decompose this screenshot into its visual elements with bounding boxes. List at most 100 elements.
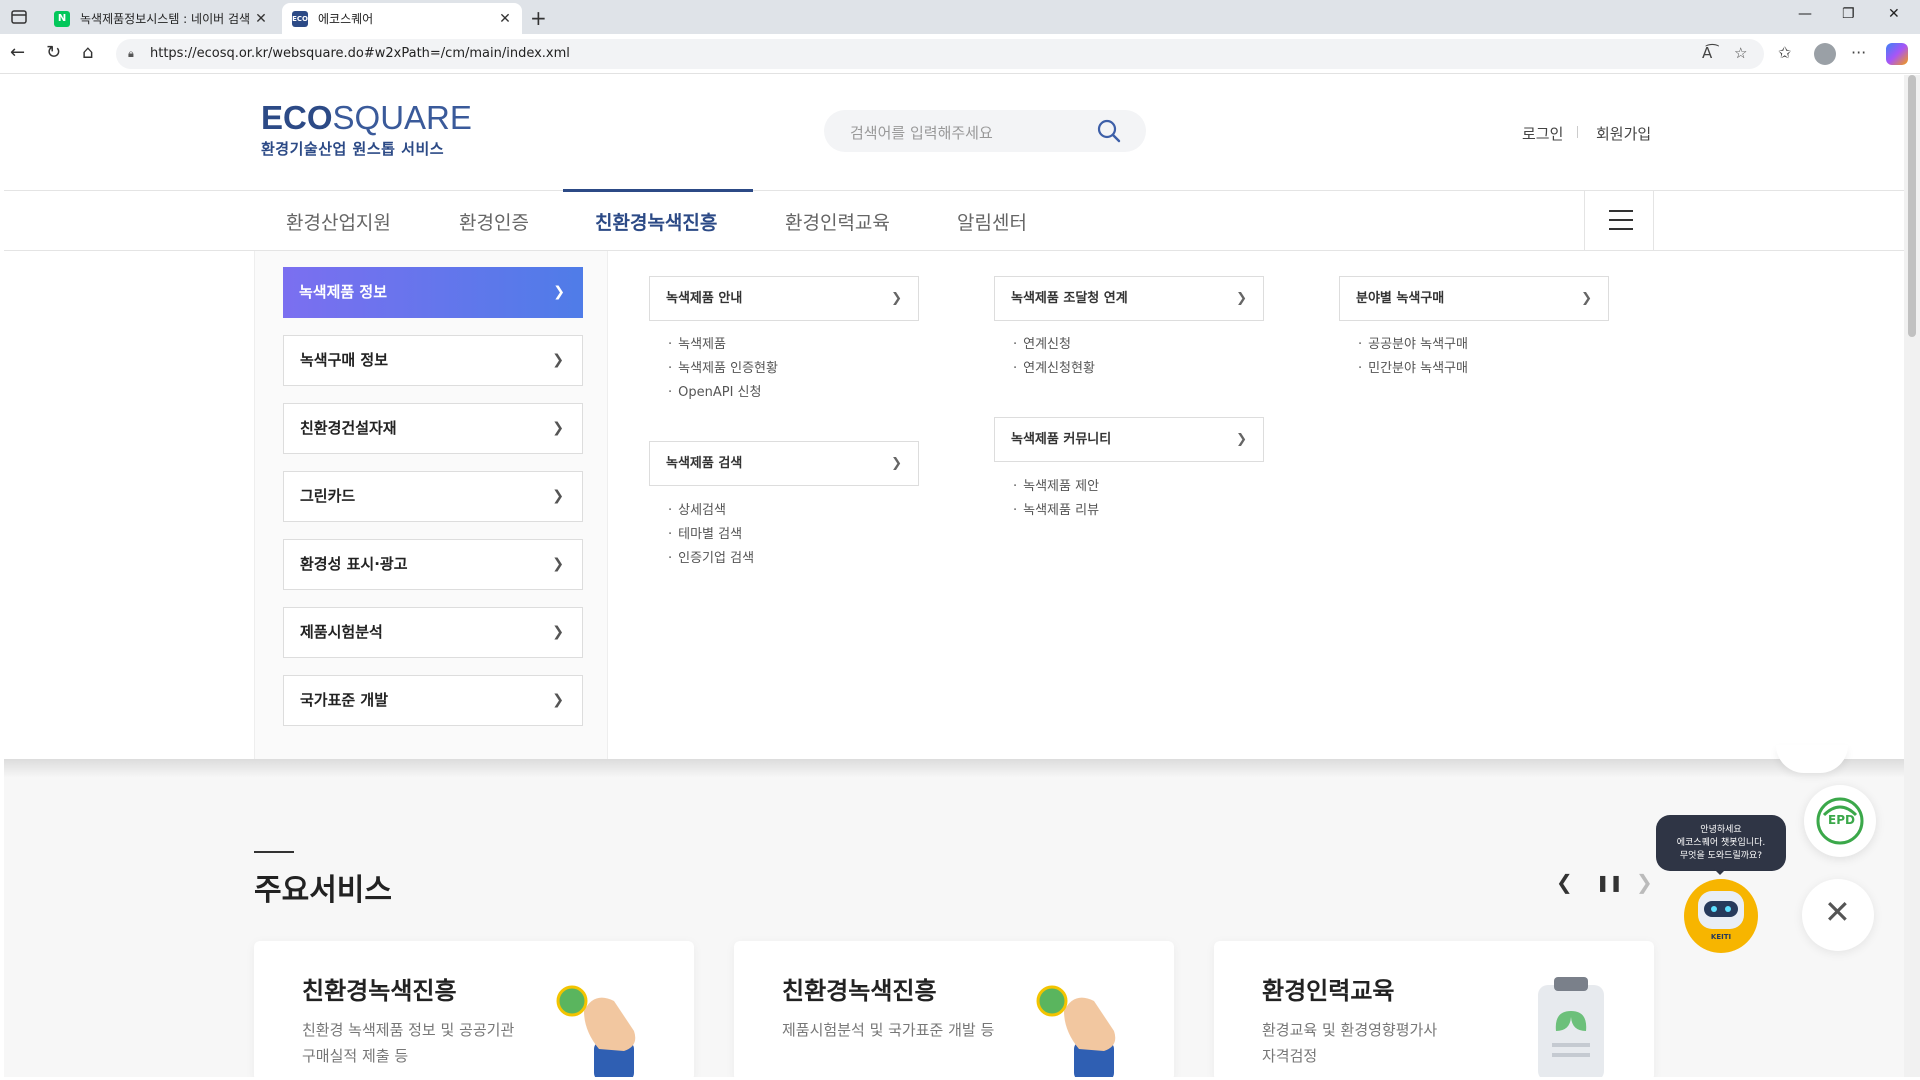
submenu-link[interactable]: 테마별 검색: [668, 523, 754, 547]
back-icon[interactable]: ←: [10, 42, 25, 63]
close-tab-icon[interactable]: ✕: [254, 11, 268, 27]
chatbot-button[interactable]: KEITI: [1684, 879, 1758, 953]
menu-icon[interactable]: [1584, 190, 1654, 250]
login-link[interactable]: 로그인: [1522, 123, 1563, 144]
submenu-green-product-search[interactable]: 녹색제품 검색 ❯: [649, 441, 919, 486]
copilot-icon[interactable]: [1886, 43, 1908, 65]
submenu-sector-green-purchase[interactable]: 분야별 녹색구매 ❯: [1339, 276, 1609, 321]
card-desc-line: 환경교육 및 환경영향평가사: [1262, 1021, 1438, 1039]
menu-green-product-info[interactable]: 녹색제품 정보 ❯: [283, 267, 583, 318]
epd-label: EPD: [1828, 813, 1855, 827]
menu-green-purchase-info[interactable]: 녹색구매 정보 ❯: [283, 335, 583, 386]
service-card[interactable]: 친환경녹색진흥 친환경 녹색제품 정보 및 공공기관 구매실적 제출 등: [254, 941, 694, 1077]
url-field[interactable]: 🔒︎ https://ecosq.or.kr/websquare.do#w2xP…: [116, 39, 1764, 69]
hand-globe-icon: [1036, 985, 1116, 1077]
service-card[interactable]: 친환경녹색진흥 제품시험분석 및 국가표준 개발 등: [734, 941, 1174, 1077]
menu-product-test-analysis[interactable]: 제품시험분석 ❯: [283, 607, 583, 658]
gnb-item-env-education[interactable]: 환경인력교육: [785, 208, 890, 235]
submenu-link[interactable]: 녹색제품 제안: [1013, 475, 1099, 499]
search-input[interactable]: 검색어를 입력해주세요: [824, 110, 1146, 152]
search-icon[interactable]: [1096, 118, 1122, 144]
card-desc-line: 구매실적 제출 등: [302, 1047, 409, 1065]
page-scrollbar[interactable]: [1904, 75, 1920, 1077]
lock-icon[interactable]: 🔒︎: [128, 47, 134, 61]
submenu-link[interactable]: 연계신청: [1013, 333, 1095, 357]
favorite-star-icon[interactable]: ☆: [1734, 44, 1747, 62]
chevron-right-icon: ❯: [552, 420, 564, 436]
chevron-right-icon: ❯: [552, 692, 564, 708]
home-icon[interactable]: ⌂: [82, 42, 93, 63]
refresh-icon[interactable]: ↻: [46, 42, 61, 63]
scrollbar-thumb[interactable]: [1908, 75, 1916, 337]
carousel-pause-icon[interactable]: ❚❚: [1596, 873, 1623, 892]
signup-link[interactable]: 회원가입: [1596, 123, 1651, 144]
epd-button[interactable]: EPD: [1804, 785, 1876, 857]
section-title: 주요서비스: [254, 873, 392, 908]
clipboard-leaf-icon: [1538, 977, 1604, 1077]
chatbot-label: KEITI: [1710, 933, 1732, 941]
menu-env-labeling-ads[interactable]: 환경성 표시·광고 ❯: [283, 539, 583, 590]
gnb-item-env-cert[interactable]: 환경인증: [459, 208, 529, 235]
submenu-link[interactable]: 인증기업 검색: [668, 547, 754, 571]
chevron-right-icon: ❯: [891, 291, 902, 306]
gnb-active-indicator: [563, 189, 753, 192]
menu-eco-building-materials[interactable]: 친환경건설자재 ❯: [283, 403, 583, 454]
carousel-prev-icon[interactable]: ❮: [1556, 870, 1573, 894]
restore-icon[interactable]: ❐: [1842, 6, 1855, 22]
browser-tab-bar: N 녹색제품정보시스템 : 네이버 검색 ✕ ECO 에코스퀘어 ✕ + — ❐…: [0, 0, 1920, 34]
site-logo[interactable]: ECOSQUARE: [261, 101, 472, 135]
carousel-next-icon[interactable]: ❯: [1636, 870, 1653, 894]
favorites-icon[interactable]: ✩: [1778, 43, 1791, 62]
logo-subtitle: 환경기술산업 원스톱 서비스: [261, 140, 445, 158]
chevron-right-icon: ❯: [1236, 432, 1247, 447]
submenu-list: 연계신청 연계신청현황: [1013, 333, 1095, 381]
more-menu-icon[interactable]: ···: [1851, 43, 1866, 62]
card-description: 제품시험분석 및 국가표준 개발 등: [782, 1017, 1042, 1043]
robot-eye: [1711, 906, 1717, 912]
gnb-item-notice-center[interactable]: 알림센터: [957, 208, 1027, 235]
card-title: 친환경녹색진흥: [302, 977, 457, 1005]
search-placeholder: 검색어를 입력해주세요: [850, 124, 993, 142]
menu-label: 친환경건설자재: [300, 419, 397, 437]
submenu-procurement-link[interactable]: 녹색제품 조달청 연계 ❯: [994, 276, 1264, 321]
menu-national-standard[interactable]: 국가표준 개발 ❯: [283, 675, 583, 726]
menu-green-card[interactable]: 그린카드 ❯: [283, 471, 583, 522]
submenu-green-community[interactable]: 녹색제품 커뮤니티 ❯: [994, 417, 1264, 462]
chatbot-greeting-bubble: 안녕하세요 에코스퀘어 챗봇입니다. 무엇을 도와드릴까요?: [1656, 815, 1786, 875]
submenu-list: 상세검색 테마별 검색 인증기업 검색: [668, 499, 754, 571]
card-desc-line: 자격검정: [1262, 1047, 1318, 1065]
close-window-icon[interactable]: ✕: [1888, 6, 1900, 22]
gnb-item-green-promotion[interactable]: 친환경녹색진흥: [595, 208, 717, 235]
tab-actions-icon[interactable]: [10, 8, 28, 26]
ecosquare-icon: ECO: [292, 10, 308, 27]
submenu-link[interactable]: 상세검색: [668, 499, 754, 523]
menu-label: 제품시험분석: [300, 623, 383, 641]
read-aloud-icon[interactable]: A͡: [1702, 44, 1712, 62]
submenu-link[interactable]: 녹색제품 리뷰: [1013, 499, 1099, 523]
new-tab-icon[interactable]: +: [530, 6, 547, 30]
robot-eye: [1725, 906, 1731, 912]
service-card[interactable]: 환경인력교육 환경교육 및 환경영향평가사 자격검정: [1214, 941, 1654, 1077]
menu-label: 국가표준 개발: [300, 691, 389, 709]
submenu-link[interactable]: 녹색제품: [668, 333, 778, 357]
submenu-title: 녹색제품 커뮤니티: [1011, 432, 1112, 447]
tab-label: 녹색제품정보시스템 : 네이버 검색: [80, 12, 251, 26]
submenu-link[interactable]: 공공분야 녹색구매: [1358, 333, 1468, 357]
bubble-line: 무엇을 도와드릴까요?: [1679, 851, 1763, 861]
submenu-title: 녹색제품 검색: [666, 456, 743, 471]
menu-shadow-band: [4, 759, 1904, 777]
submenu-link[interactable]: OpenAPI 신청: [668, 381, 778, 405]
close-widget-button[interactable]: ✕: [1802, 879, 1874, 951]
close-tab-icon[interactable]: ✕: [498, 11, 512, 27]
gnb-item-env-industry[interactable]: 환경산업지원: [286, 208, 391, 235]
browser-tab-ecosquare[interactable]: ECO 에코스퀘어 ✕: [282, 3, 522, 34]
bubble-line: 에코스퀘어 챗봇입니다.: [1676, 838, 1766, 848]
submenu-link[interactable]: 민간분야 녹색구매: [1358, 357, 1468, 381]
browser-tab-naver[interactable]: N 녹색제품정보시스템 : 네이버 검색 ✕: [44, 3, 278, 34]
submenu-link[interactable]: 녹색제품 인증현황: [668, 357, 778, 381]
minimize-icon[interactable]: —: [1798, 6, 1812, 22]
submenu-link[interactable]: 연계신청현황: [1013, 357, 1095, 381]
profile-avatar[interactable]: [1814, 43, 1836, 65]
submenu-green-product-guide[interactable]: 녹색제품 안내 ❯: [649, 276, 919, 321]
robot-visor: [1704, 901, 1738, 917]
